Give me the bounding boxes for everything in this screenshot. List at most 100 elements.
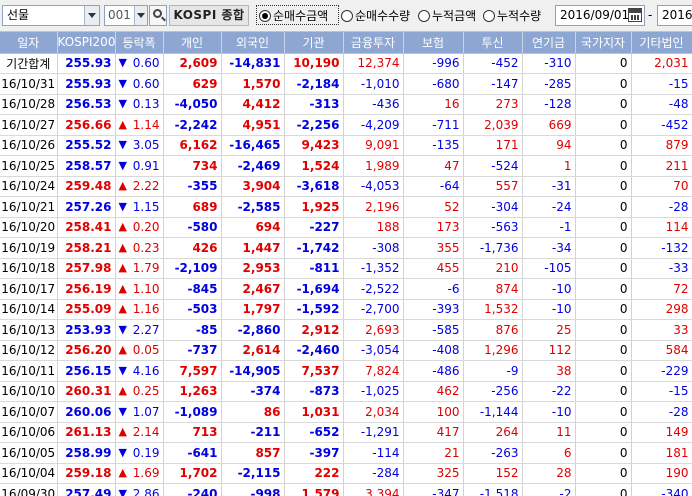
value-cell: -486 (403, 360, 464, 382)
value-cell: -284 (343, 463, 404, 484)
change-cell: ▼ 2.86 (115, 483, 164, 496)
table-row[interactable]: 16/10/14 255.09 ▲ 1.16 -503 1,797 -1,592 -2,700… (0, 299, 692, 320)
value-cell: 0 (575, 340, 632, 361)
column-header[interactable]: 국가지자 (575, 32, 632, 54)
column-header[interactable]: KOSPI200 (57, 32, 116, 54)
date-cell: 16/10/25 (0, 155, 58, 177)
value-cell: 1,579 (284, 483, 344, 496)
table-row[interactable]: 16/10/28 256.53 ▼ 0.13 -4,050 4,412 -313 -436 16… (0, 94, 692, 115)
down-triangle-icon: ▼ (118, 76, 127, 90)
kospi200-cell: 258.21 (57, 237, 116, 259)
column-header[interactable]: 연기금 (522, 32, 576, 54)
chevron-down-icon[interactable] (134, 6, 147, 25)
table-row[interactable]: 16/10/21 257.26 ▼ 1.15 689 -2,585 1,925 2,196 52… (0, 196, 692, 218)
value-cell: -580 (163, 217, 222, 238)
change-value: 2.22 (132, 179, 160, 194)
change-value: 0.19 (132, 445, 160, 460)
down-triangle-icon: ▼ (118, 322, 127, 336)
value-cell: 1,524 (284, 155, 344, 177)
table-row[interactable]: 16/09/30 257.49 ▼ 2.86 -240 -998 1,579 3,394 -34… (0, 483, 692, 496)
kospi200-cell: 253.93 (57, 319, 116, 341)
value-cell: 94 (522, 135, 576, 156)
value-cell: 874 (463, 278, 523, 300)
table-row[interactable]: 16/10/05 258.99 ▼ 0.19 -641 857 -397 -114 21 -263… (0, 442, 692, 464)
table-row[interactable]: 16/10/19 258.21 ▲ 0.23 426 1,447 -1,742 -308 355… (0, 237, 692, 259)
column-header[interactable]: 보험 (403, 32, 464, 54)
value-cell: -28 (631, 196, 692, 218)
change-cell: ▼ 0.60 (115, 73, 164, 95)
table-row[interactable]: 16/10/20 258.41 ▲ 0.20 -580 694 -227 188 173 -563… (0, 217, 692, 238)
radio-dot-icon (483, 10, 495, 22)
value-cell: 1,447 (221, 237, 285, 259)
change-value: 0.05 (132, 343, 160, 358)
kospi200-cell: 260.31 (57, 381, 116, 402)
table-row[interactable]: 16/10/13 253.93 ▼ 2.27 -85 -2,860 2,912 2,693 -5… (0, 319, 692, 341)
table-row[interactable]: 16/10/06 261.13 ▲ 2.14 713 -211 -652 -1,291 417 2… (0, 422, 692, 443)
value-cell: 0 (575, 73, 632, 95)
column-header[interactable]: 기타법인 (631, 32, 692, 54)
table-row[interactable]: 16/10/31 255.93 ▼ 0.60 629 1,570 -2,184 -1,010-… (0, 73, 692, 95)
value-cell: 1,263 (163, 381, 222, 402)
value-cell: -3,618 (284, 176, 344, 197)
value-cell: -1 (522, 217, 576, 238)
calendar-icon[interactable] (628, 8, 642, 22)
start-date-input[interactable]: 2016/09/01 (555, 5, 645, 26)
change-cell: ▼ 1.07 (115, 401, 164, 423)
column-header[interactable]: 등락폭 (115, 32, 164, 54)
table-row[interactable]: 16/10/18 257.98 ▲ 1.79 -2,109 2,953 -811 -1,352… (0, 258, 692, 279)
table-row[interactable]: 16/10/10 260.31 ▲ 0.25 1,263 -374 -873 -1,025 46… (0, 381, 692, 402)
change-value: 1.79 (132, 261, 160, 276)
value-cell: 2,196 (343, 196, 404, 218)
market-select[interactable]: 선물 (2, 5, 100, 26)
table-row[interactable]: 16/10/17 256.19 ▲ 1.10 -845 2,467 -1,694 -2,522… (0, 278, 692, 300)
table-row[interactable]: 16/10/04 259.18 ▲ 1.69 1,702 -2,115 222 -284 325… (0, 463, 692, 484)
column-header[interactable]: 금융투자 (343, 32, 404, 54)
table-row[interactable]: 16/10/07 260.06 ▼ 1.07 -1,089 86 1,031 2,034 100… (0, 401, 692, 423)
date-cell: 16/10/06 (0, 422, 58, 443)
change-cell: ▲ 1.14 (115, 114, 164, 136)
period-total-row[interactable]: 기간합계 255.93 ▼ 0.60 2,609 -14,831 10,190 12,374-… (0, 53, 692, 74)
value-cell: 12,374 (343, 53, 404, 74)
table-row[interactable]: 16/10/25 258.57 ▼ 0.91 734 -2,469 1,524 1,989 47… (0, 155, 692, 177)
kospi200-cell: 258.57 (57, 155, 116, 177)
table-row[interactable]: 16/10/11 256.15 ▼ 4.16 7,597 -14,905 7,537 7,82… (0, 360, 692, 382)
change-value: 3.05 (132, 138, 160, 153)
value-cell: -1,518 (463, 483, 523, 496)
end-date-input[interactable]: 2016/ (657, 5, 692, 26)
value-cell: 9,091 (343, 135, 404, 156)
date-cell: 16/09/30 (0, 483, 58, 496)
value-cell: -996 (403, 53, 464, 74)
value-cell: 210 (463, 258, 523, 279)
investor-trading-table: 일자 KOSPI200 등락폭 개인 외국인 기관 금융투자 보험 투신 연기금 국가지자 기타법인 … (0, 32, 692, 496)
value-cell: -1,025 (343, 381, 404, 402)
table-row[interactable]: 16/10/27 256.66 ▲ 1.14 -2,242 4,951 -2,256 -4,2… (0, 114, 692, 136)
value-cell: -313 (284, 94, 344, 115)
search-button[interactable] (149, 5, 167, 26)
column-header[interactable]: 외국인 (221, 32, 285, 54)
change-cell: ▲ 0.25 (115, 381, 164, 402)
value-cell: -64 (403, 176, 464, 197)
column-header[interactable]: 기관 (284, 32, 344, 54)
value-cell: 16 (403, 94, 464, 115)
code-input[interactable]: 001 (104, 5, 148, 26)
change-value: 1.07 (132, 404, 160, 419)
table-row[interactable]: 16/10/12 256.20 ▲ 0.05 -737 2,614 -2,460 -3,054… (0, 340, 692, 361)
value-cell: -4,053 (343, 176, 404, 197)
value-cell: 455 (403, 258, 464, 279)
toolbar: 선물 001 KOSPI 종합 순매수금액 순매수수량 누적금액 누적수량 20… (0, 0, 692, 32)
table-row[interactable]: 16/10/24 259.48 ▲ 2.22 -355 3,904 -3,618 -4,053… (0, 176, 692, 197)
table-row[interactable]: 16/10/26 255.52 ▼ 3.05 6,162 -16,465 9,423 9,09… (0, 135, 692, 156)
value-cell: 6 (522, 442, 576, 464)
change-value: 1.15 (132, 199, 160, 214)
value-cell: 21 (403, 442, 464, 464)
change-value: 2.86 (132, 486, 160, 496)
column-header[interactable]: 일자 (0, 32, 58, 54)
value-cell: 0 (575, 360, 632, 382)
change-cell: ▼ 3.05 (115, 135, 164, 156)
column-header[interactable]: 개인 (163, 32, 222, 54)
column-header[interactable]: 투신 (463, 32, 523, 54)
value-cell: -563 (463, 217, 523, 238)
chevron-down-icon[interactable] (84, 6, 99, 25)
investor-trading-grid[interactable]: 일자 KOSPI200 등락폭 개인 외국인 기관 금융투자 보험 투신 연기금 국가지자 기타법인 … (0, 32, 692, 496)
change-cell: ▲ 0.23 (115, 237, 164, 259)
